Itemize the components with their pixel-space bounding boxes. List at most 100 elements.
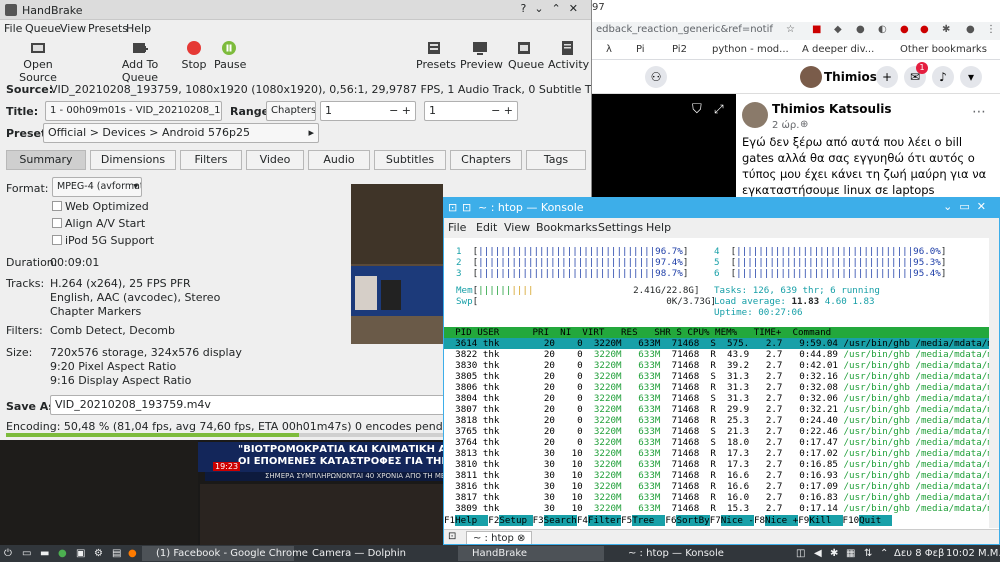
menu-view[interactable]: View [60,22,86,35]
pin-icon[interactable]: ⊡ [462,201,471,214]
ipod-checkbox[interactable]: iPod 5G Support [52,234,154,247]
url-text[interactable]: edback_reaction_generic&ref=notif [596,24,773,35]
fkey-key[interactable]: F6 [665,515,676,526]
process-row[interactable]: 3818 thk 20 0 3220M 633M 71468 R 25.3 2.7… [444,415,993,426]
profile-icon[interactable]: ● [966,24,975,35]
fkey-label[interactable]: Setup [499,515,533,526]
open-source-button[interactable]: Open Source [8,40,68,84]
menu-help[interactable]: Help [126,22,151,35]
process-row[interactable]: 3765 thk 20 0 3220M 633M 71468 S 21.3 2.7… [444,426,993,437]
chrome-icon[interactable]: ● [58,546,67,561]
clock-time[interactable]: 10:02 Μ.Μ. [946,546,1000,561]
clock-date[interactable]: Δευ 8 Φεβ [894,546,944,561]
other-bookmarks[interactable]: Other bookmarks [900,44,987,55]
firefox-icon[interactable]: ● [128,546,137,561]
files-icon[interactable]: ▤ [112,546,121,561]
range-mode-select[interactable]: Chapters: [266,101,316,121]
fullscreen-icon[interactable]: ⤢ [714,102,724,117]
fkey-key[interactable]: F5 [621,515,632,526]
menu-file[interactable]: File [4,22,22,35]
extension-icon[interactable]: ◐ [878,24,887,35]
extension-icon[interactable]: ● [920,24,929,35]
fkey-label[interactable]: Help [455,515,489,526]
address-bar[interactable]: 97 edback_reaction_generic&ref=notif ☆ ■… [590,2,1000,40]
menu-bookmarks[interactable]: Bookmarks [536,221,597,234]
fkey-label[interactable]: Nice - [720,515,754,526]
volume-icon[interactable]: ◀ [814,546,822,561]
tag-icon[interactable]: ⛉ [692,102,702,117]
process-row[interactable]: 3811 thk 30 10 3220M 633M 71468 R 16.6 2.… [444,470,993,481]
fkey-key[interactable]: F9 [798,515,809,526]
tab-subtitles[interactable]: Subtitles [374,150,446,170]
tab-tags[interactable]: Tags [526,150,586,170]
tab-filters[interactable]: Filters [180,150,242,170]
bookmark-item[interactable]: python - mod... [712,44,789,55]
fkey-label[interactable]: SortBy [676,515,710,526]
fkey-key[interactable]: F7 [710,515,721,526]
presets-button[interactable]: Presets [416,40,456,71]
task-dolphin[interactable]: Camera — Dolphin [298,546,444,561]
window-controls[interactable]: ⌄▭✕ [943,200,993,213]
process-row[interactable]: 3813 thk 30 10 3220M 633M 71468 R 17.3 2.… [444,448,993,459]
menu-help[interactable]: Help [646,221,671,234]
fkey-label[interactable]: Kill [809,515,843,526]
process-row[interactable]: 3807 thk 20 0 3220M 633M 71468 R 29.9 2.7… [444,404,993,415]
tab-audio[interactable]: Audio [308,150,370,170]
tab-summary[interactable]: Summary [6,150,86,170]
fkey-key[interactable]: F2 [488,515,499,526]
extension-icon[interactable]: ● [856,24,865,35]
terminal-icon[interactable]: ▣ [76,546,85,561]
range-start-spinner[interactable]: 1 − + [320,101,416,121]
preview-button[interactable]: Preview [460,40,503,71]
dolphin-icon[interactable]: ▬ [40,546,49,561]
extension-icon[interactable]: ◆ [834,24,842,35]
scrollbar[interactable] [989,238,999,528]
create-icon[interactable]: + [876,66,898,88]
align-av-checkbox[interactable]: Align A/V Start [52,217,145,230]
bookmark-item[interactable]: λ [606,44,612,55]
process-row[interactable]: 3805 thk 20 0 3220M 633M 71468 S 31.3 2.7… [444,371,993,382]
groups-icon[interactable]: ⚇ [645,66,667,88]
bookmark-item[interactable]: Pi [636,44,645,55]
menu-file[interactable]: File [448,221,466,234]
tray-expand-icon[interactable]: ⌃ [880,546,888,561]
add-to-queue-button[interactable]: Add To Queue [106,40,174,84]
title-bar[interactable]: HandBrake ?⌄⌃✕ [0,0,591,20]
post-time[interactable]: 2 ώρ. [772,120,799,131]
fkey-label[interactable]: Nice + [765,515,799,526]
queue-button[interactable]: Queue [508,40,544,71]
fkey-key[interactable]: F8 [754,515,765,526]
extensions-puzzle-icon[interactable]: ✱ [942,24,950,35]
process-row[interactable]: 3764 thk 20 0 3220M 633M 71468 S 18.0 2.7… [444,437,993,448]
save-as-input[interactable]: VID_20210208_193759.m4v [50,395,445,415]
terminal-tab[interactable]: ~ : htop ⊗ [466,531,533,544]
process-table-header[interactable]: PID USER PRI NI VIRT RES SHR S CPU% MEM%… [444,327,989,338]
extension-icon[interactable]: ■ [812,24,821,35]
new-tab-icon[interactable]: ⊡ [448,531,456,542]
tab-chapters[interactable]: Chapters [450,150,522,170]
fkey-label[interactable]: Search [543,515,577,526]
stepper-icon[interactable]: − + [491,102,513,120]
settings-icon[interactable]: ⚙ [94,546,103,561]
tab-dimensions[interactable]: Dimensions [90,150,176,170]
stop-button[interactable]: Stop [180,40,208,71]
notifications-bell-icon[interactable]: ♪ [932,66,954,88]
title-select[interactable]: 1 - 00h09m01s - VID_20210208_1... [45,101,222,121]
stepper-icon[interactable]: − + [389,102,411,120]
process-row[interactable]: 3816 thk 30 10 3220M 633M 71468 R 16.6 2.… [444,481,993,492]
keyboard-layout-icon[interactable]: ▦ [846,546,855,561]
bluetooth-icon[interactable]: ✱ [830,546,838,561]
fkey-key[interactable]: F3 [533,515,544,526]
process-row[interactable]: 3817 thk 30 10 3220M 633M 71468 R 16.0 2.… [444,492,993,503]
chrome-menu-icon[interactable]: ⋮ [986,24,996,35]
menu-settings[interactable]: Settings [598,221,643,234]
show-desktop-icon[interactable]: ▭ [22,546,31,561]
fkey-label[interactable]: Quit [859,515,893,526]
account-menu-icon[interactable]: ▾ [960,66,982,88]
fkey-label[interactable]: Filter [587,515,622,526]
process-row[interactable]: 3822 thk 20 0 3220M 633M 71468 R 43.9 2.7… [444,349,993,360]
fkey-label[interactable]: Tree [632,515,666,526]
pause-button[interactable]: Pause [214,40,246,71]
web-optimized-checkbox[interactable]: Web Optimized [52,200,149,213]
avatar[interactable] [742,102,768,128]
